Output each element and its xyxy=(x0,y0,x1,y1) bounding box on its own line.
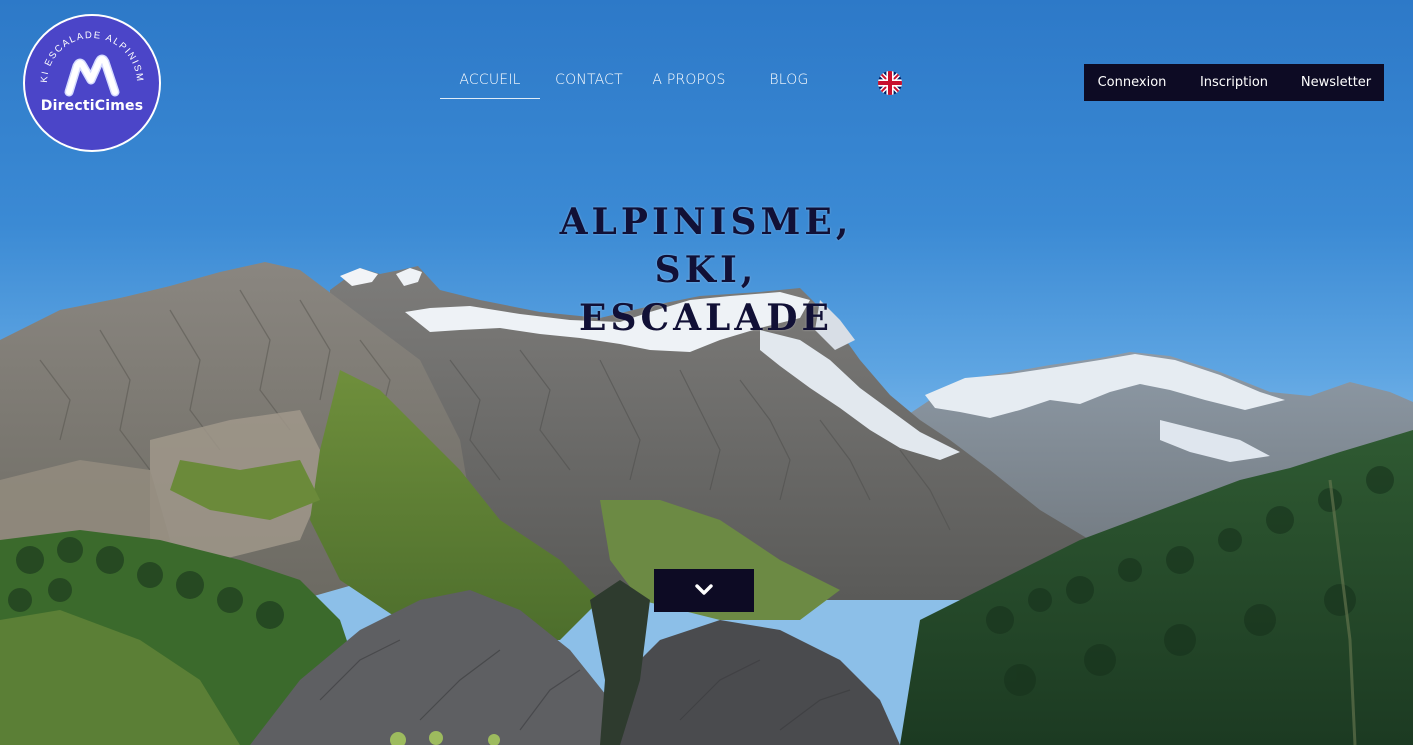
nav-item-accueil[interactable]: ACCUEIL xyxy=(440,72,540,99)
login-button[interactable]: Connexion xyxy=(1084,75,1180,90)
directicimes-logo[interactable]: SKI ESCALADE ALPINISME DirectiCimes xyxy=(23,14,161,152)
hero-title-line-1: ALPINISME, SKI, xyxy=(559,201,853,291)
hero-title: ALPINISME, SKI, ESCALADE xyxy=(506,198,906,342)
hero-section: SKI ESCALADE ALPINISME DirectiCimes ACCU… xyxy=(0,0,1413,745)
mountain-background-image xyxy=(0,262,1413,745)
chevron-down-icon xyxy=(695,584,713,595)
signup-button[interactable]: Inscription xyxy=(1180,75,1288,90)
logo-name: DirectiCimes xyxy=(40,98,144,114)
nav-item-blog[interactable]: BLOG xyxy=(740,72,838,98)
mountain-logo-icon: SKI ESCALADE ALPINISME xyxy=(25,16,144,97)
newsletter-button[interactable]: Newsletter xyxy=(1288,75,1384,90)
hero-title-line-2: ESCALADE xyxy=(579,297,833,339)
account-bar: Connexion Inscription Newsletter xyxy=(1084,64,1384,101)
nav-item-a-propos[interactable]: A PROPOS xyxy=(638,72,740,98)
scroll-down-button[interactable] xyxy=(654,569,754,612)
uk-flag-icon[interactable] xyxy=(878,71,902,95)
main-navigation: ACCUEIL CONTACT A PROPOS BLOG xyxy=(440,72,838,99)
nav-item-contact[interactable]: CONTACT xyxy=(540,72,638,98)
